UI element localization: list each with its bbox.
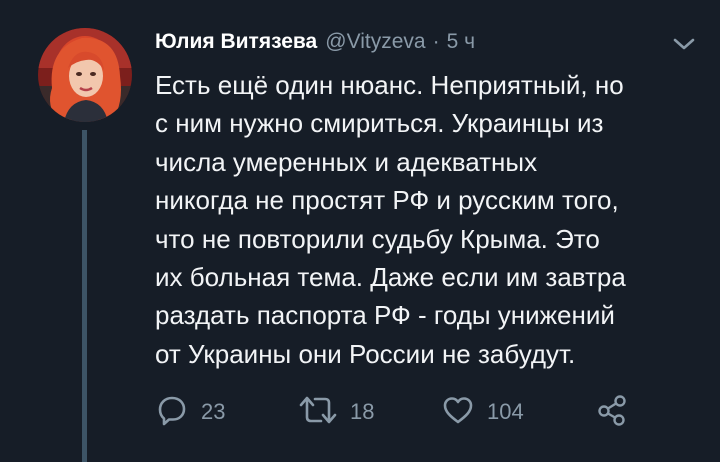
share-button[interactable]	[595, 394, 629, 430]
tweet-text: Есть ещё один нюанс. Неприятный, но с ни…	[155, 70, 626, 369]
retweet-icon	[298, 393, 338, 432]
tweet-timestamp[interactable]: 5 ч	[447, 30, 475, 54]
chevron-down-icon[interactable]	[672, 36, 696, 52]
separator-dot: ·	[432, 30, 440, 53]
avatar[interactable]	[38, 28, 132, 122]
reply-count: 23	[201, 399, 226, 424]
share-icon	[595, 393, 629, 432]
tweet-header: Юлия Витязева @Vityzeva · 5 ч	[155, 30, 475, 54]
reply-icon	[155, 393, 189, 432]
author-name[interactable]: Юлия Витязева	[155, 30, 317, 54]
retweet-count: 18	[350, 399, 375, 424]
thread-line	[82, 130, 87, 462]
heart-icon	[441, 393, 475, 432]
tweet-actions: 23 18 104	[155, 394, 655, 430]
author-handle[interactable]: @Vityzeva	[325, 30, 425, 54]
tweet-card[interactable]: Юлия Витязева @Vityzeva · 5 ч Есть ещё о…	[0, 0, 720, 462]
reply-button[interactable]: 23	[155, 394, 225, 430]
like-count: 104	[487, 399, 524, 424]
like-button[interactable]: 104	[441, 394, 524, 430]
retweet-button[interactable]: 18	[298, 394, 374, 430]
